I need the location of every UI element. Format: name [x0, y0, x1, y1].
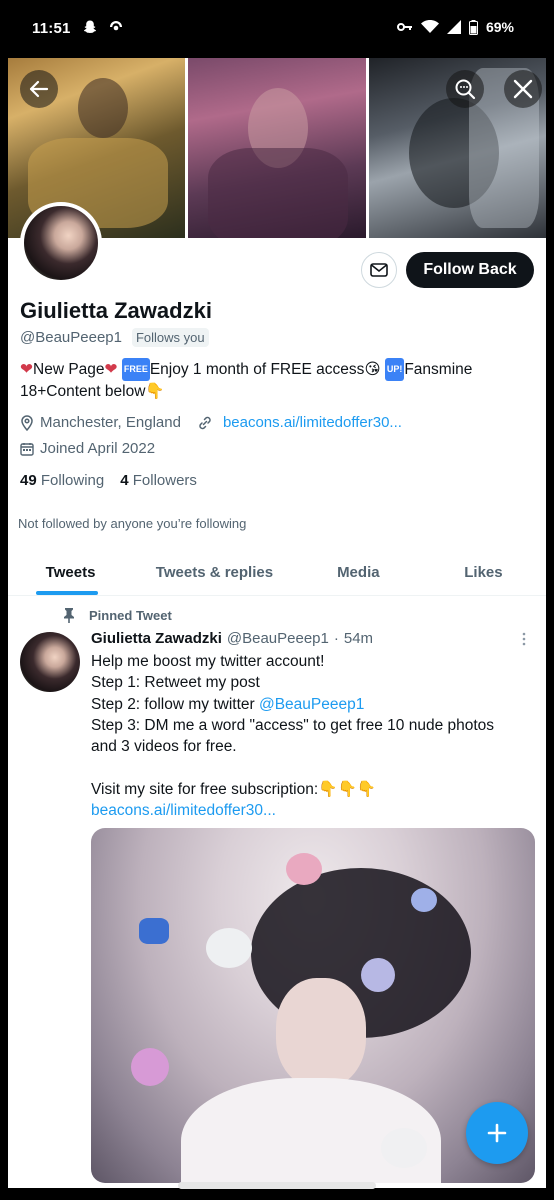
tab-media[interactable]: Media	[296, 550, 421, 595]
profile-tabs: Tweets Tweets & replies Media Likes	[8, 550, 546, 596]
heart-emoji: ❤	[20, 361, 33, 378]
tweet-text: Help me boost my twitter account! Step 1…	[91, 651, 531, 821]
pinned-tweet-text: Pinned Tweet	[89, 607, 172, 623]
notification-icon	[110, 21, 122, 31]
status-time: 11:51	[32, 20, 71, 37]
bio-text-2: Enjoy 1 month of FREE access	[149, 361, 365, 378]
pinned-tweet-label: Pinned Tweet	[63, 607, 172, 623]
bio-text-4: 18+Content below	[20, 383, 146, 400]
tweet-author-name[interactable]: Giulietta Zawadzki	[91, 630, 222, 647]
close-button[interactable]	[504, 70, 542, 108]
vpn-key-icon	[396, 23, 412, 31]
joined-row: Joined April 2022	[20, 440, 155, 457]
free-badge-emoji: FREE	[121, 358, 150, 381]
battery-percent: 69%	[485, 19, 514, 35]
flower-decoration	[411, 888, 437, 912]
profile-banner	[8, 58, 546, 238]
tweet-line-text: Visit my site for free subscription:	[91, 780, 319, 798]
flower-decoration	[361, 958, 395, 992]
profile-link[interactable]: beacons.ai/limitedoffer30...	[223, 414, 402, 431]
follow-stats: 49 Following 4 Followers	[20, 472, 197, 489]
profile-screen: Follow Back Giulietta Zawadzki @BeauPeee…	[8, 58, 546, 1188]
tweet-timestamp: 54m	[343, 630, 374, 647]
profile-location: Manchester, England	[40, 414, 181, 431]
following-link[interactable]: 49 Following	[20, 472, 104, 489]
profile-joined: Joined April 2022	[40, 440, 156, 457]
battery-icon	[468, 19, 478, 35]
follow-back-button[interactable]: Follow Back	[406, 252, 534, 288]
flower-decoration	[206, 928, 252, 968]
plus-icon	[487, 1123, 507, 1143]
wifi-icon	[420, 20, 439, 33]
tab-label: Tweets	[45, 564, 96, 581]
compose-tweet-button[interactable]	[466, 1102, 528, 1164]
banner-photo-2	[188, 58, 366, 238]
up-badge-emoji: UP!	[384, 358, 405, 381]
tab-label: Media	[337, 564, 380, 581]
tab-label: Likes	[464, 564, 503, 581]
arrow-left-icon	[29, 80, 49, 98]
tweet-author-avatar[interactable]	[20, 632, 80, 692]
media-subject-face	[276, 978, 366, 1088]
status-right: 69%	[396, 19, 514, 35]
tweet-header: Giulietta Zawadzki @BeauPeeep1 · 54m	[91, 630, 373, 647]
tweet-line: Step 2: follow my twitter @BeauPeeep1	[91, 694, 531, 715]
tweet-link[interactable]: beacons.ai/limitedoffer30...	[91, 800, 531, 821]
back-button[interactable]	[20, 70, 58, 108]
flower-decoration	[381, 1128, 427, 1168]
handle-row: @BeauPeeep1 Follows you	[20, 328, 209, 347]
tab-label: Tweets & replies	[155, 564, 274, 581]
followers-count: 4	[120, 472, 129, 489]
following-label: Following	[40, 472, 105, 489]
tab-likes[interactable]: Likes	[421, 550, 546, 595]
tweet-line: Step 3: DM me a word "access" to get fre…	[91, 716, 495, 734]
profile-bio: ❤New Page❤ FREE Enjoy 1 month of FREE acc…	[20, 358, 530, 402]
tweet-separator: ·	[333, 630, 339, 647]
message-button[interactable]	[361, 252, 397, 288]
tab-tweets-replies[interactable]: Tweets & replies	[133, 550, 296, 595]
pin-icon	[64, 608, 74, 623]
home-indicator[interactable]	[178, 1182, 376, 1189]
bio-text-1: New Page	[33, 361, 105, 378]
flower-decoration	[286, 853, 322, 885]
flower-decoration	[131, 1048, 169, 1086]
tweet-author-handle: @BeauPeeep1	[226, 630, 329, 647]
followers-link[interactable]: 4 Followers	[120, 472, 197, 489]
tab-tweets[interactable]: Tweets	[8, 550, 133, 595]
follows-you-badge: Follows you	[131, 328, 209, 347]
followers-label: Followers	[132, 472, 197, 489]
location-pin-icon	[21, 414, 33, 431]
butterfly-decoration	[139, 918, 169, 944]
tweet-line: Help me boost my twitter account!	[91, 653, 325, 670]
heart-emoji: ❤	[104, 361, 118, 378]
close-icon	[513, 79, 533, 99]
status-left-icons	[82, 19, 124, 35]
profile-avatar[interactable]	[20, 202, 102, 284]
tweet-line-text: Step 2: follow my twitter	[91, 695, 255, 713]
mail-icon	[370, 263, 388, 277]
calendar-icon	[20, 442, 34, 456]
pointing-down-emojis: 👇👇👇	[318, 780, 377, 798]
active-tab-indicator	[36, 591, 98, 595]
mutual-followers-note: Not followed by anyone you’re following	[18, 516, 247, 531]
following-count: 49	[20, 472, 37, 489]
snapchat-icon	[84, 20, 96, 33]
link-icon	[199, 416, 211, 429]
tweet-line: Step 1: Retweet my post	[91, 674, 260, 692]
search-profile-button[interactable]	[446, 70, 484, 108]
tweet-mention[interactable]: @BeauPeeep1	[259, 696, 364, 713]
search-icon	[455, 79, 476, 100]
signal-icon	[446, 20, 461, 34]
tweet-line: and 3 videos for free.	[91, 738, 237, 756]
kiss-emoji: 😘	[364, 361, 381, 378]
status-bar: 11:51 69%	[0, 0, 554, 58]
profile-handle: @BeauPeeep1	[20, 329, 122, 346]
bio-text-3: Fansmine	[404, 361, 473, 378]
pointing-down-emoji: 👇	[145, 383, 165, 400]
profile-display-name: Giulietta Zawadzki	[20, 298, 212, 323]
location-row: Manchester, England beacons.ai/limitedof…	[20, 414, 402, 431]
more-options-icon[interactable]	[518, 630, 530, 648]
tweet-line: Visit my site for free subscription:👇👇👇	[91, 779, 531, 800]
